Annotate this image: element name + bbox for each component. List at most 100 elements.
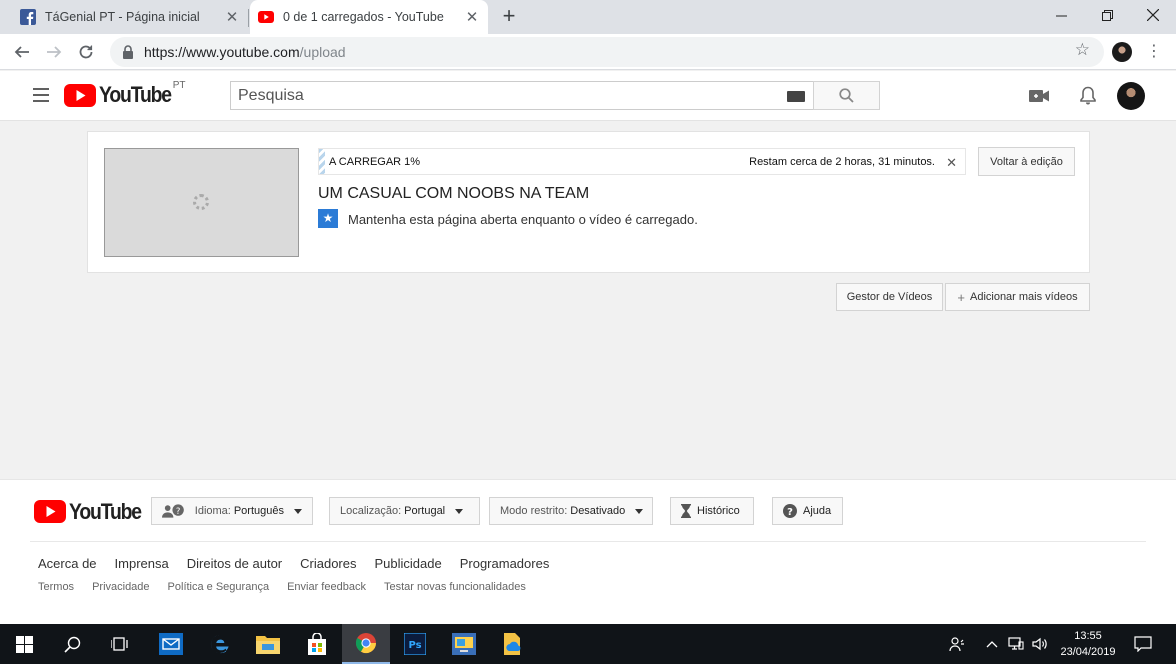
windows-taskbar: Ps 13:55 23/04/2019 <box>0 624 1176 664</box>
close-tab-icon[interactable]: ✕ <box>224 9 240 26</box>
windows-logo-icon <box>15 635 33 653</box>
help-button[interactable]: ? Ajuda <box>772 497 843 525</box>
youtube-play-icon <box>34 500 66 523</box>
upload-camera-button[interactable] <box>1027 84 1051 108</box>
minimize-button[interactable] <box>1038 0 1084 30</box>
notifications-button[interactable] <box>1076 84 1100 108</box>
footer-youtube-logo[interactable]: YouTube <box>34 500 151 523</box>
browser-tab-bar: TáGenial PT - Página inicial ✕ 0 de 1 ca… <box>0 0 1176 34</box>
browser-toolbar: https://www.youtube.com/upload ☆ ⋮ <box>0 34 1176 70</box>
browser-tab-youtube[interactable]: 0 de 1 carregados - YouTube ✕ <box>250 0 488 34</box>
taskbar-search-button[interactable] <box>48 624 96 664</box>
forward-button[interactable] <box>41 40 67 64</box>
add-more-videos-button[interactable]: + Adicionar mais vídeos <box>945 283 1090 311</box>
close-icon <box>1147 9 1159 21</box>
back-to-editing-button[interactable]: Voltar à edição <box>978 147 1075 176</box>
task-view-icon <box>111 637 128 651</box>
address-bar[interactable]: https://www.youtube.com/upload <box>110 37 1104 67</box>
close-window-button[interactable] <box>1130 0 1176 30</box>
svg-text:?: ? <box>787 507 793 518</box>
taskbar-onedrive-folder[interactable] <box>489 624 537 664</box>
people-glyph <box>949 637 964 652</box>
star-badge-icon: ★ <box>318 209 338 228</box>
folder-icon <box>256 636 280 654</box>
photoshop-icon: Ps <box>404 633 426 655</box>
search-input[interactable]: Pesquisa <box>230 81 814 110</box>
footer-link[interactable]: Enviar feedback <box>287 581 366 593</box>
reload-icon <box>79 45 93 59</box>
youtube-icon <box>258 11 274 23</box>
system-clock[interactable]: 13:55 23/04/2019 <box>1056 628 1120 660</box>
bookmark-star-icon[interactable]: ☆ <box>1075 40 1090 60</box>
taskbar-control-panel[interactable] <box>440 624 488 664</box>
hamburger-menu-icon[interactable] <box>33 88 49 102</box>
reload-button[interactable] <box>73 40 99 64</box>
footer-youtube-wordmark: YouTube <box>69 498 142 524</box>
progress-label: A CARREGAR 1% <box>329 156 421 168</box>
bell-icon <box>1080 86 1096 105</box>
browser-tab-facebook[interactable]: TáGenial PT - Página inicial ✕ <box>12 0 248 34</box>
youtube-wordmark: YouTube <box>99 82 172 107</box>
video-thumbnail <box>104 148 299 257</box>
facebook-icon <box>20 9 36 25</box>
action-center-icon[interactable] <box>1128 624 1158 664</box>
cancel-upload-icon[interactable]: ✕ <box>946 155 957 171</box>
search-button[interactable] <box>813 81 880 110</box>
footer-link[interactable]: Direitos de autor <box>187 556 282 571</box>
video-title: UM CASUAL COM NOOBS NA TEAM <box>318 185 590 202</box>
footer-link[interactable]: Programadores <box>460 556 550 571</box>
new-tab-button[interactable]: + <box>498 5 520 28</box>
restricted-mode-dropdown[interactable]: Modo restrito: Desativado <box>489 497 653 525</box>
browser-menu-icon[interactable]: ⋮ <box>1146 41 1162 63</box>
url-host: https://www.youtube.com <box>144 44 300 60</box>
footer-link[interactable]: Criadores <box>300 556 356 571</box>
location-dropdown[interactable]: Localização: Portugal <box>329 497 480 525</box>
footer-divider <box>30 541 1146 542</box>
people-icon[interactable] <box>944 624 970 664</box>
browser-profile-avatar[interactable] <box>1112 42 1132 62</box>
volume-icon[interactable] <box>1030 624 1050 664</box>
keyboard-icon[interactable] <box>787 91 805 102</box>
taskbar-file-explorer[interactable] <box>244 624 292 664</box>
start-button[interactable] <box>0 624 48 664</box>
network-icon[interactable] <box>1006 624 1026 664</box>
search-icon <box>63 636 80 653</box>
restore-button[interactable] <box>1084 0 1130 30</box>
language-people-icon: ? <box>162 504 184 518</box>
show-hidden-icons-chevron-icon[interactable] <box>983 624 1001 664</box>
user-avatar[interactable] <box>1117 82 1145 110</box>
arrow-left-icon <box>14 46 29 58</box>
footer-link[interactable]: Acerca de <box>38 556 97 571</box>
footer-link[interactable]: Privacidade <box>92 581 149 593</box>
language-value: Português <box>233 505 284 517</box>
location-label: Localização: <box>340 505 402 517</box>
taskbar-store-app[interactable] <box>293 624 341 664</box>
back-button[interactable] <box>9 40 35 64</box>
history-label: Histórico <box>697 505 740 517</box>
youtube-logo[interactable]: YouTube PT <box>64 80 186 107</box>
upload-progress-bar: A CARREGAR 1% Restam cerca de 2 horas, 3… <box>318 148 966 175</box>
taskbar-edge-app[interactable] <box>196 624 244 664</box>
history-button[interactable]: Histórico <box>670 497 754 525</box>
clock-time: 13:55 <box>1074 630 1102 642</box>
footer-link[interactable]: Publicidade <box>375 556 442 571</box>
close-tab-icon[interactable]: ✕ <box>464 9 480 26</box>
footer-link[interactable]: Política e Segurança <box>168 581 270 593</box>
footer-link[interactable]: Termos <box>38 581 74 593</box>
tab-title: TáGenial PT - Página inicial <box>45 10 200 24</box>
taskbar-photoshop-app[interactable]: Ps <box>391 624 439 664</box>
url-path: /upload <box>299 44 346 60</box>
task-view-button[interactable] <box>96 624 144 664</box>
help-label: Ajuda <box>803 505 832 517</box>
video-manager-button[interactable]: Gestor de Vídeos <box>836 283 943 311</box>
search-placeholder: Pesquisa <box>238 86 304 104</box>
location-value: Portugal <box>404 505 446 517</box>
restricted-value: Desativado <box>570 505 626 517</box>
upload-notice: Mantenha esta página aberta enquanto o v… <box>348 212 698 227</box>
upload-card: A CARREGAR 1% Restam cerca de 2 horas, 3… <box>87 131 1090 273</box>
footer-link[interactable]: Testar novas funcionalidades <box>384 581 526 593</box>
taskbar-chrome-app[interactable] <box>342 624 390 664</box>
footer-link[interactable]: Imprensa <box>115 556 169 571</box>
taskbar-mail-app[interactable] <box>147 624 195 664</box>
language-dropdown[interactable]: ? Idioma: Português <box>151 497 313 525</box>
